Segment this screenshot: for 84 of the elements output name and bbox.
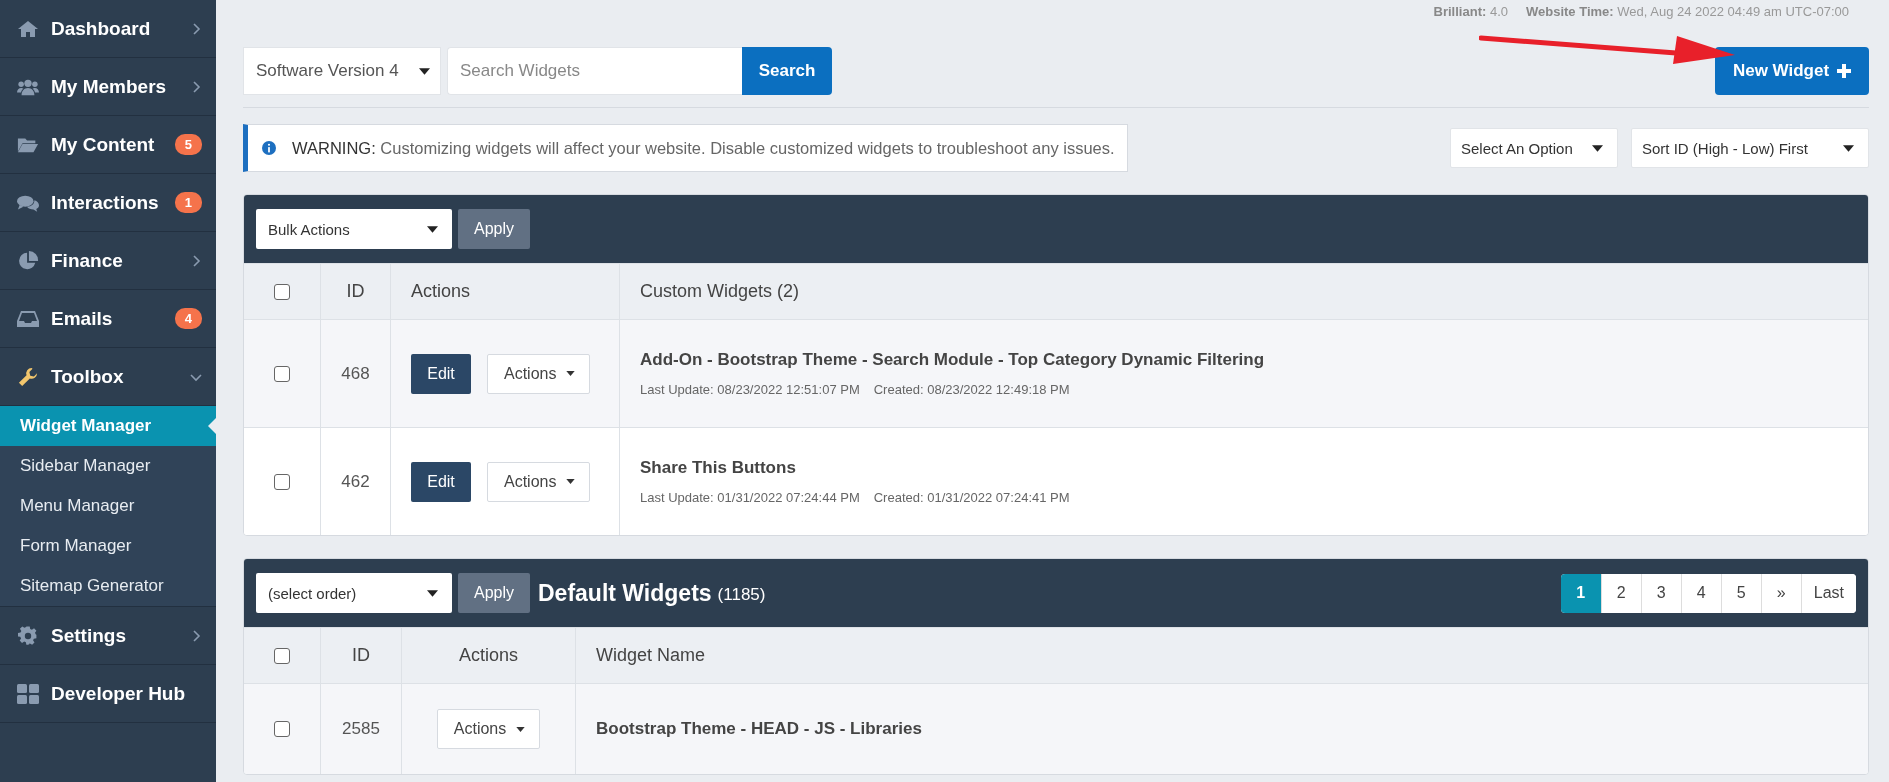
- filter-dropdown[interactable]: Sort ID (High - Low) First: [1631, 128, 1869, 168]
- new-widget-button[interactable]: New Widget: [1715, 47, 1869, 95]
- column-header: Widget Name: [596, 645, 706, 666]
- wrench-icon: [17, 366, 39, 387]
- info-text: Website Time: Wed, Aug 24 2022 04:49 am UTC-07:00: [1526, 3, 1849, 19]
- submenu-item[interactable]: Sitemap Generator: [0, 566, 216, 606]
- submenu-item[interactable]: Widget Manager: [0, 406, 216, 446]
- checkbox[interactable]: [274, 365, 290, 382]
- pie-chart-icon: [17, 250, 39, 271]
- sidebar-item[interactable]: My Members: [0, 58, 216, 116]
- id-cell: 468: [341, 363, 370, 384]
- page-button[interactable]: Last: [1800, 573, 1856, 613]
- caret-icon: [427, 225, 438, 233]
- actions-dropdown[interactable]: Actions: [436, 709, 541, 749]
- sidebar-item[interactable]: Interactions 1: [0, 174, 216, 232]
- count-badge: 5: [174, 134, 202, 155]
- caret-icon: [1592, 144, 1603, 152]
- sidebar-item[interactable]: My Content 5: [0, 116, 216, 174]
- section-title: Default Widgets: [538, 579, 712, 607]
- sidebar-label: My Content: [51, 133, 156, 156]
- column-header: ID: [346, 281, 365, 302]
- version-dropdown[interactable]: Software Version 4: [243, 47, 441, 95]
- page-button[interactable]: 1: [1560, 573, 1601, 613]
- caret-icon: [1843, 144, 1854, 152]
- actions-dropdown[interactable]: Actions: [487, 353, 591, 394]
- edit-button[interactable]: Edit: [411, 353, 471, 394]
- caret-icon: [566, 479, 576, 484]
- created-date: Created: 08/23/2022 12:49:18 PM: [873, 382, 1070, 397]
- plus-icon: [1837, 64, 1852, 78]
- widget-name: Add-On - Bootstrap Theme - Search Module - Top Category Dynamic Filtering: [640, 350, 1264, 370]
- info-icon: [262, 141, 276, 155]
- column-header: Custom Widgets (2): [640, 281, 800, 302]
- checkbox[interactable]: [274, 721, 290, 737]
- submenu-item[interactable]: Sidebar Manager: [0, 446, 216, 486]
- apply-button[interactable]: Apply: [458, 209, 530, 249]
- widget-count: (1185): [717, 585, 766, 605]
- count-badge: 4: [174, 308, 202, 329]
- widget-name: Share This Buttons: [640, 458, 796, 478]
- bulk-actions-dropdown[interactable]: Bulk Actions: [256, 209, 452, 249]
- settings-icon: [17, 625, 39, 646]
- actions-dropdown[interactable]: Actions: [487, 461, 591, 502]
- sidebar-label: Toolbox: [51, 365, 125, 388]
- edit-button[interactable]: Edit: [411, 461, 471, 502]
- sidebar-label: Dashboard: [51, 17, 152, 40]
- widget-name: Bootstrap Theme - HEAD - JS - Libraries: [596, 719, 922, 739]
- sidebar-item[interactable]: Settings: [0, 607, 216, 665]
- update-date: Last Update: 01/31/2022 07:24:44 PM: [640, 490, 860, 505]
- sidebar-item[interactable]: Developer Hub: [0, 665, 216, 723]
- submenu-item[interactable]: Menu Manager: [0, 486, 216, 526]
- checkbox[interactable]: [274, 647, 290, 664]
- apply-button[interactable]: Apply: [458, 573, 530, 613]
- sidebar-label: Interactions: [51, 191, 160, 214]
- sidebar-label: Emails: [51, 307, 114, 330]
- home-icon: [17, 18, 39, 39]
- submenu-item[interactable]: Form Manager: [0, 526, 216, 566]
- column-header: ID: [352, 645, 370, 666]
- search-field[interactable]: Search Widgets: [447, 47, 742, 95]
- sidebar-label: My Members: [51, 75, 168, 98]
- id-cell: 2585: [342, 719, 380, 739]
- sidebar-label: Developer Hub: [51, 682, 187, 705]
- inbox-icon: [17, 308, 39, 329]
- grid-icon: [17, 683, 39, 704]
- id-cell: 462: [341, 471, 370, 492]
- checkbox[interactable]: [274, 283, 290, 300]
- caret-icon: [419, 67, 430, 75]
- filter-dropdown[interactable]: Select An Option: [1450, 128, 1618, 168]
- caret-icon: [516, 726, 526, 732]
- column-header: Actions: [459, 645, 518, 666]
- count-badge: 1: [174, 192, 202, 213]
- sidebar-item[interactable]: Emails 4: [0, 290, 216, 348]
- caret-icon: [427, 589, 438, 597]
- order-dropdown[interactable]: (select order): [256, 573, 452, 613]
- column-header: Actions: [411, 281, 471, 302]
- created-date: Created: 01/31/2022 07:24:41 PM: [873, 490, 1070, 505]
- info-text: Brilliant: 4.0: [1433, 3, 1508, 19]
- sidebar-label: Finance: [51, 249, 124, 272]
- warning-message: WARNING: Customizing widgets will affect your website. Disable customized widgets to troubleshoot any issues.: [292, 138, 1115, 158]
- checkbox[interactable]: [274, 473, 290, 490]
- caret-icon: [566, 371, 576, 376]
- search-button[interactable]: Search: [742, 47, 832, 95]
- update-date: Last Update: 08/23/2022 12:51:07 PM: [640, 382, 860, 397]
- sidebar-item[interactable]: Dashboard: [0, 0, 216, 58]
- sidebar-label: Settings: [51, 624, 127, 647]
- sidebar-item[interactable]: Finance: [0, 232, 216, 290]
